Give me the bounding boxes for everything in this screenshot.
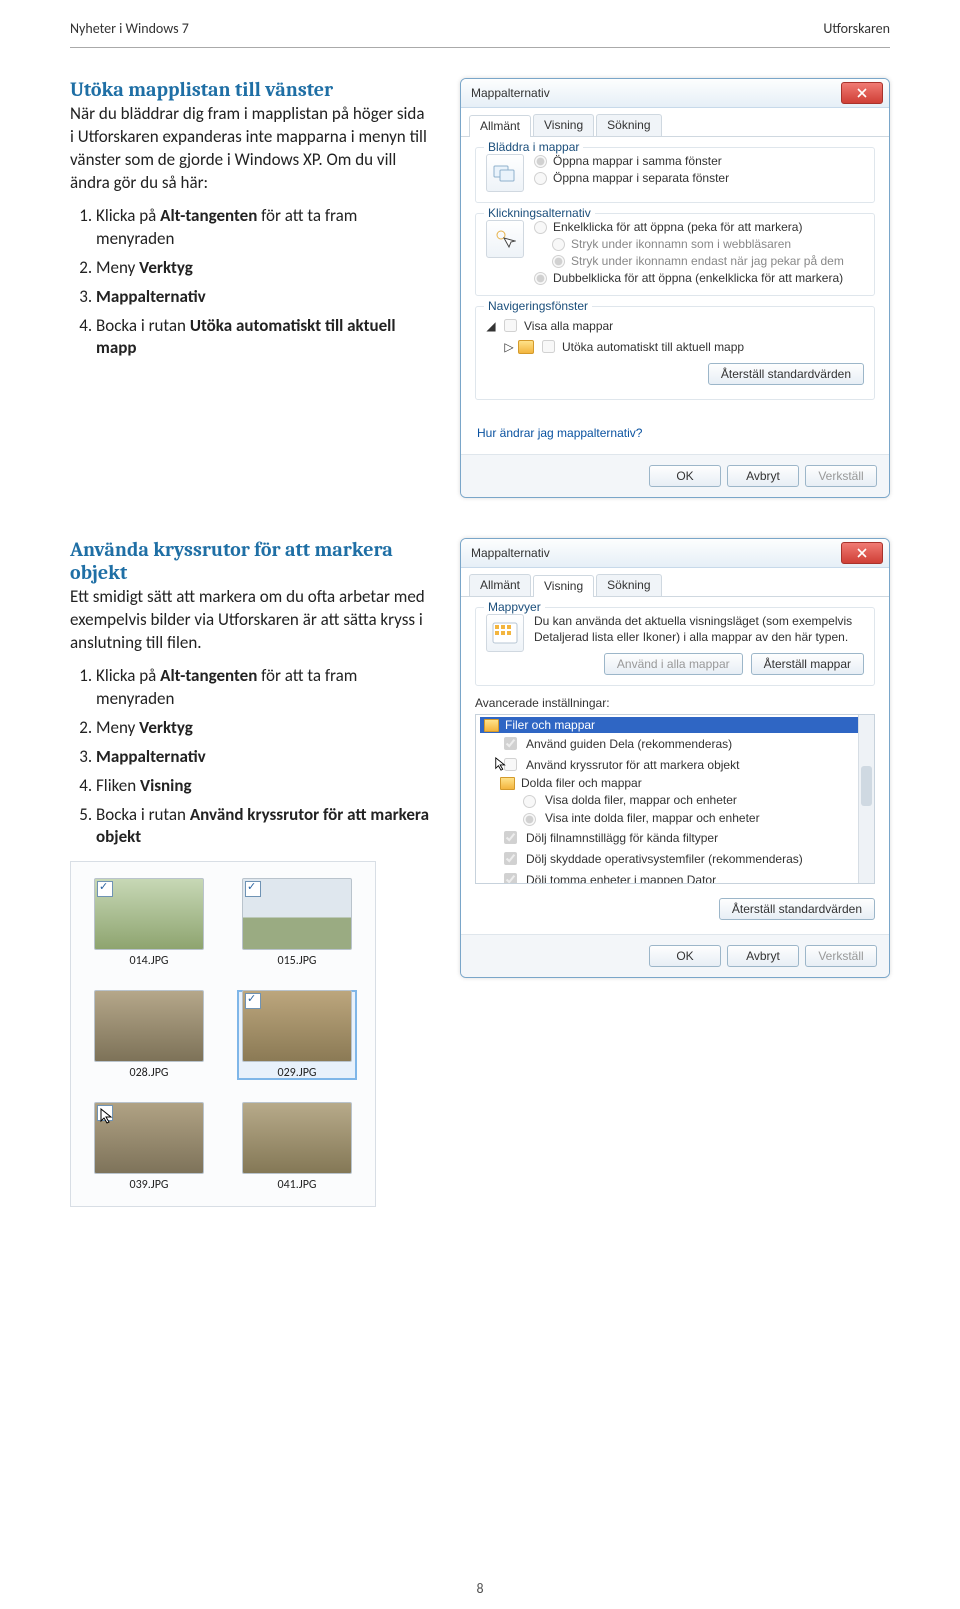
ok-button[interactable]: OK	[649, 945, 721, 967]
thumbnail-item[interactable]: 041.JPG	[237, 1102, 357, 1192]
thumbnail-label: 039.JPG	[130, 1178, 169, 1192]
list-item: Fliken Visning	[96, 775, 430, 798]
list-item[interactable]: Dolda filer och mappar	[480, 775, 870, 791]
folder-options-dialog-view: Mappalternativ Allmänt Visning Sökning M…	[460, 538, 890, 978]
tab-view[interactable]: Visning	[533, 575, 594, 597]
views-description: Du kan använda det aktuella visningsläge…	[534, 614, 864, 645]
browse-icon	[486, 154, 524, 192]
list-item[interactable]: Dölj tomma enheter i mappen Dator	[480, 869, 870, 884]
list-item: Klicka på Alt-tangenten för att ta fram …	[96, 205, 430, 251]
tab-general[interactable]: Allmänt	[469, 115, 531, 137]
tab-search[interactable]: Sökning	[596, 574, 661, 596]
list-item[interactable]: Dölj filnamnstillägg för kända filtyper	[480, 827, 870, 848]
dialog-title: Mappalternativ	[471, 86, 550, 100]
list-item[interactable]: Använd guiden Dela (rekommenderas)	[480, 733, 870, 754]
radio-same-window[interactable]: Öppna mappar i samma fönster	[534, 154, 729, 168]
sectionB-intro: Ett smidigt sätt att markera om du ofta …	[70, 586, 430, 655]
thumbnail-item[interactable]: 014.JPG	[89, 878, 209, 968]
close-button[interactable]	[841, 82, 883, 104]
list-item: Mappalternativ	[96, 746, 430, 769]
group-browse-label: Bläddra i mappar	[484, 140, 583, 154]
list-item[interactable]: Visa inte dolda filer, mappar och enhete…	[480, 809, 870, 827]
thumbnail-item[interactable]: 015.JPG	[237, 878, 357, 968]
list-item[interactable]: Visa dolda filer, mappar och enheter	[480, 791, 870, 809]
apply-button[interactable]: Verkställ	[805, 945, 877, 967]
checkbox-icon[interactable]	[97, 881, 113, 897]
cursor-icon	[494, 757, 510, 773]
sectionA-steps: Klicka på Alt-tangenten för att ta fram …	[70, 205, 430, 361]
radio-separate-windows[interactable]: Öppna mappar i separata fönster	[534, 171, 729, 185]
apply-all-folders-button[interactable]: Använd i alla mappar	[604, 653, 743, 675]
radio-single-click[interactable]: Enkelklicka för att öppna (peka för att …	[534, 220, 844, 234]
tree-row-auto-expand[interactable]: ▷ Utöka automatiskt till aktuell mapp	[486, 336, 864, 357]
header-left: Nyheter i Windows 7	[70, 20, 189, 37]
group-click-label: Klickningsalternativ	[484, 206, 595, 220]
restore-defaults-button[interactable]: Återställ standardvärden	[719, 898, 875, 920]
list-item: Meny Verktyg	[96, 257, 430, 280]
header-rule	[70, 47, 890, 48]
sectionA-title: Utöka mapplistan till vänster	[70, 78, 430, 101]
list-item: Bocka i rutan Utöka automatiskt till akt…	[96, 315, 430, 361]
sectionB-steps: Klicka på Alt-tangenten för att ta fram …	[70, 665, 430, 850]
page-number: 8	[0, 1580, 960, 1597]
scrollbar[interactable]	[858, 715, 874, 883]
cursor-icon	[598, 345, 614, 361]
cancel-button[interactable]: Avbryt	[727, 945, 799, 967]
checkbox-icon[interactable]	[245, 881, 261, 897]
list-item[interactable]: Dölj skyddade operativsystemfiler (rekom…	[480, 848, 870, 869]
apply-button[interactable]: Verkställ	[805, 465, 877, 487]
advanced-settings-list[interactable]: Filer och mappar Använd guiden Dela (rek…	[475, 714, 875, 884]
thumbnail-item[interactable]: 039.JPG	[89, 1102, 209, 1192]
thumbnail-item[interactable]: 028.JPG	[89, 990, 209, 1080]
thumbnail-label: 015.JPG	[278, 954, 317, 968]
close-button[interactable]	[841, 542, 883, 564]
list-item: Meny Verktyg	[96, 717, 430, 740]
folder-icon	[484, 719, 499, 732]
header-right: Utforskaren	[823, 20, 890, 37]
advanced-label: Avancerade inställningar:	[475, 696, 875, 710]
list-header: Filer och mappar	[480, 717, 870, 733]
group-nav-label: Navigeringsfönster	[484, 299, 592, 313]
dialog-title: Mappalternativ	[471, 546, 550, 560]
radio-underline-browser: Stryk under ikonnamn som i webbläsaren	[534, 237, 844, 251]
folder-icon	[518, 340, 534, 354]
cancel-button[interactable]: Avbryt	[727, 465, 799, 487]
tab-general[interactable]: Allmänt	[469, 574, 531, 596]
folder-icon	[500, 777, 515, 790]
radio-double-click[interactable]: Dubbelklicka för att öppna (enkelklicka …	[534, 271, 844, 285]
thumbnail-item-selected[interactable]: 029.JPG	[237, 990, 357, 1080]
sectionB-title: Använda kryssrutor för att markera objek…	[70, 538, 430, 584]
tab-view[interactable]: Visning	[533, 114, 594, 136]
list-item: Bocka i rutan Använd kryssrutor för att …	[96, 804, 430, 850]
ok-button[interactable]: OK	[649, 465, 721, 487]
thumbnails-panel: 014.JPG 015.JPG 028.JPG 029.JPG 039.JPG	[70, 861, 376, 1207]
sectionA-intro: När du bläddrar dig fram i mapplistan på…	[70, 103, 430, 195]
tree-row[interactable]: ◢ Visa alla mappar	[486, 315, 864, 336]
thumbnail-label: 041.JPG	[278, 1178, 317, 1192]
cursor-icon	[99, 1108, 115, 1124]
click-icon	[486, 220, 524, 258]
thumbnail-label: 028.JPG	[130, 1066, 169, 1080]
group-views-label: Mappvyer	[484, 600, 545, 614]
views-icon	[486, 614, 524, 652]
list-item: Klicka på Alt-tangenten för att ta fram …	[96, 665, 430, 711]
scrollbar-thumb[interactable]	[861, 766, 872, 806]
list-item-use-checkboxes[interactable]: Använd kryssrutor för att markera objekt	[480, 754, 870, 775]
list-item: Mappalternativ	[96, 286, 430, 309]
checkbox-icon[interactable]	[245, 993, 261, 1009]
folder-options-dialog-general: Mappalternativ Allmänt Visning Sökning B…	[460, 78, 890, 498]
thumbnail-label: 029.JPG	[278, 1066, 317, 1080]
thumbnail-label: 014.JPG	[130, 954, 169, 968]
reset-folders-button[interactable]: Återställ mappar	[751, 653, 864, 675]
restore-defaults-button[interactable]: Återställ standardvärden	[708, 363, 864, 385]
help-link[interactable]: Hur ändrar jag mappalternativ?	[477, 426, 642, 440]
tab-search[interactable]: Sökning	[596, 114, 661, 136]
radio-underline-hover: Stryk under ikonnamn endast när jag peka…	[534, 254, 844, 268]
